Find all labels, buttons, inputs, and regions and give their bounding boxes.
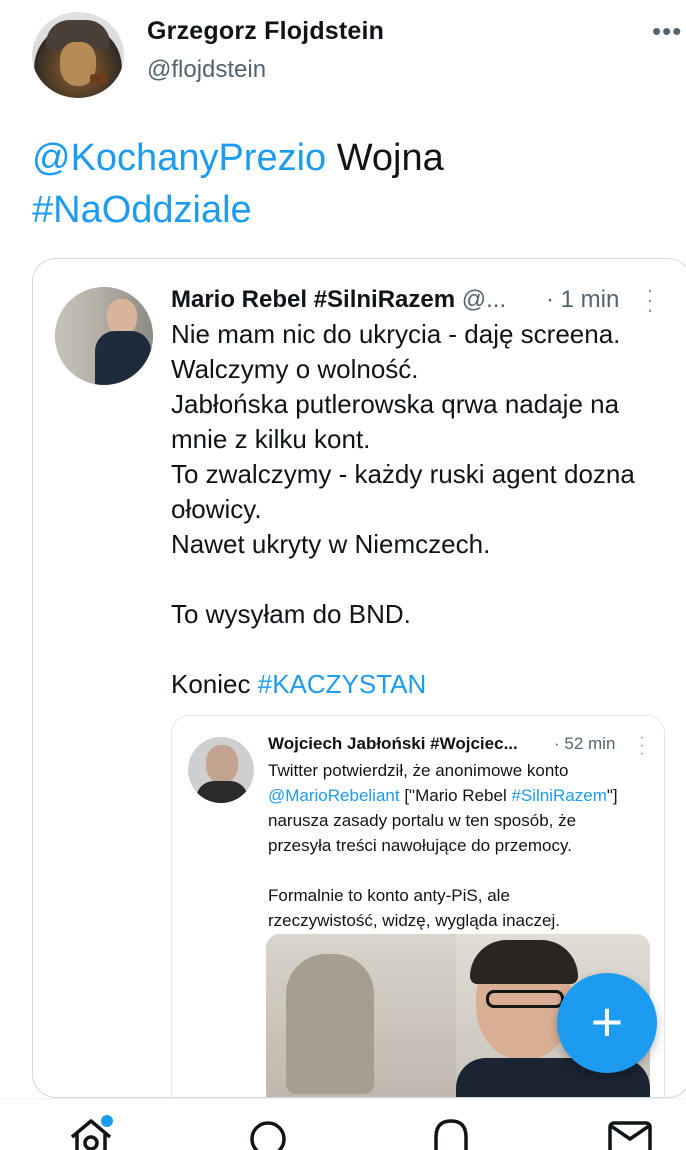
compose-button[interactable]: + bbox=[557, 973, 657, 1073]
author-avatar[interactable] bbox=[32, 12, 124, 98]
quoted-tweet-text: Nie mam nic do ukrycia - daję screena. W… bbox=[171, 317, 671, 702]
more-horizontal-icon[interactable]: ••• bbox=[652, 16, 686, 46]
nested-author-name[interactable]: Wojciech Jabłoński #Wojciec... bbox=[268, 734, 518, 754]
nested-tweet-text: Twitter potwierdził, że anonimowe konto … bbox=[268, 758, 658, 933]
author-handle[interactable]: @flojdstein bbox=[147, 56, 266, 84]
notifications-icon[interactable] bbox=[426, 1117, 476, 1150]
nested-line: Formalnie to konto anty-PiS, ale bbox=[268, 886, 510, 905]
messages-icon[interactable] bbox=[606, 1117, 656, 1150]
quoted-line-bnd: To wysyłam do BND. bbox=[171, 599, 411, 629]
hashtag-link[interactable]: #NaOddziale bbox=[32, 189, 252, 231]
quoted-author-avatar[interactable] bbox=[55, 287, 153, 385]
mention-link[interactable]: @KochanyPrezio bbox=[32, 137, 326, 179]
tweet-text: @KochanyPrezio Wojna #NaOddziale bbox=[32, 132, 652, 236]
quoted-line: mnie z kilku kont. bbox=[171, 424, 371, 454]
nested-author-avatar[interactable] bbox=[188, 737, 254, 803]
author-name[interactable]: Grzegorz Flojdstein bbox=[147, 17, 384, 46]
compose-plus-icon: + bbox=[590, 990, 624, 1053]
quoted-end-prefix: Koniec bbox=[171, 669, 258, 699]
tweet-body: Wojna bbox=[326, 137, 444, 179]
quoted-author-name-text: Mario Rebel #SilniRazem bbox=[171, 286, 456, 313]
nested-line: Twitter potwierdził, że anonimowe konto bbox=[268, 761, 569, 780]
quoted-line-end: Koniec #KACZYSTAN bbox=[171, 667, 671, 702]
quoted-line: ołowicy. bbox=[171, 494, 262, 524]
nested-timestamp[interactable]: · 52 min bbox=[554, 734, 615, 754]
nested-line: przesyła treści nawołujące do przemocy. bbox=[268, 836, 572, 855]
quoted-author-name[interactable]: Mario Rebel #SilniRazem @... bbox=[171, 286, 506, 314]
nested-line: narusza zasady portalu w ten sposób, że bbox=[268, 811, 577, 830]
notification-dot bbox=[101, 1115, 113, 1127]
vertical-more-icon[interactable]: · · · bbox=[645, 279, 655, 321]
tweet-header: Grzegorz Flojdstein @flojdstein ••• bbox=[0, 0, 686, 120]
nested-line-mid: ["Mario Rebel bbox=[399, 786, 512, 805]
quoted-timestamp[interactable]: · 1 min bbox=[546, 286, 619, 314]
nested-line-end: "] bbox=[606, 786, 618, 805]
quoted-author-handle: @... bbox=[455, 286, 507, 313]
vertical-more-icon[interactable]: · · · bbox=[638, 730, 646, 762]
quoted-line: Nawet ukryty w Niemczech. bbox=[171, 529, 491, 559]
mention-link[interactable]: @MarioRebeliant bbox=[268, 786, 400, 805]
quoted-tweet-card[interactable]: Mario Rebel #SilniRazem @... · 1 min · · ·… bbox=[32, 258, 686, 1098]
quoted-line: Nie mam nic do ukrycia - daję screena. bbox=[171, 319, 621, 349]
quoted-line: Jabłońska putlerowska qrwa nadaje na bbox=[171, 389, 620, 419]
quoted-line: Walczymy o wolność. bbox=[171, 354, 419, 384]
search-icon[interactable] bbox=[246, 1117, 296, 1150]
nested-line: @MarioRebeliant ["Mario Rebel #SilniRaze… bbox=[268, 783, 658, 808]
quoted-line: To zwalczymy - każdy ruski agent dozna bbox=[171, 459, 635, 489]
hashtag-link[interactable]: #SilniRazem bbox=[511, 786, 606, 805]
hashtag-link[interactable]: #KACZYSTAN bbox=[258, 669, 427, 699]
nested-line: rzeczywistość, widzę, wygląda inaczej. bbox=[268, 911, 560, 930]
